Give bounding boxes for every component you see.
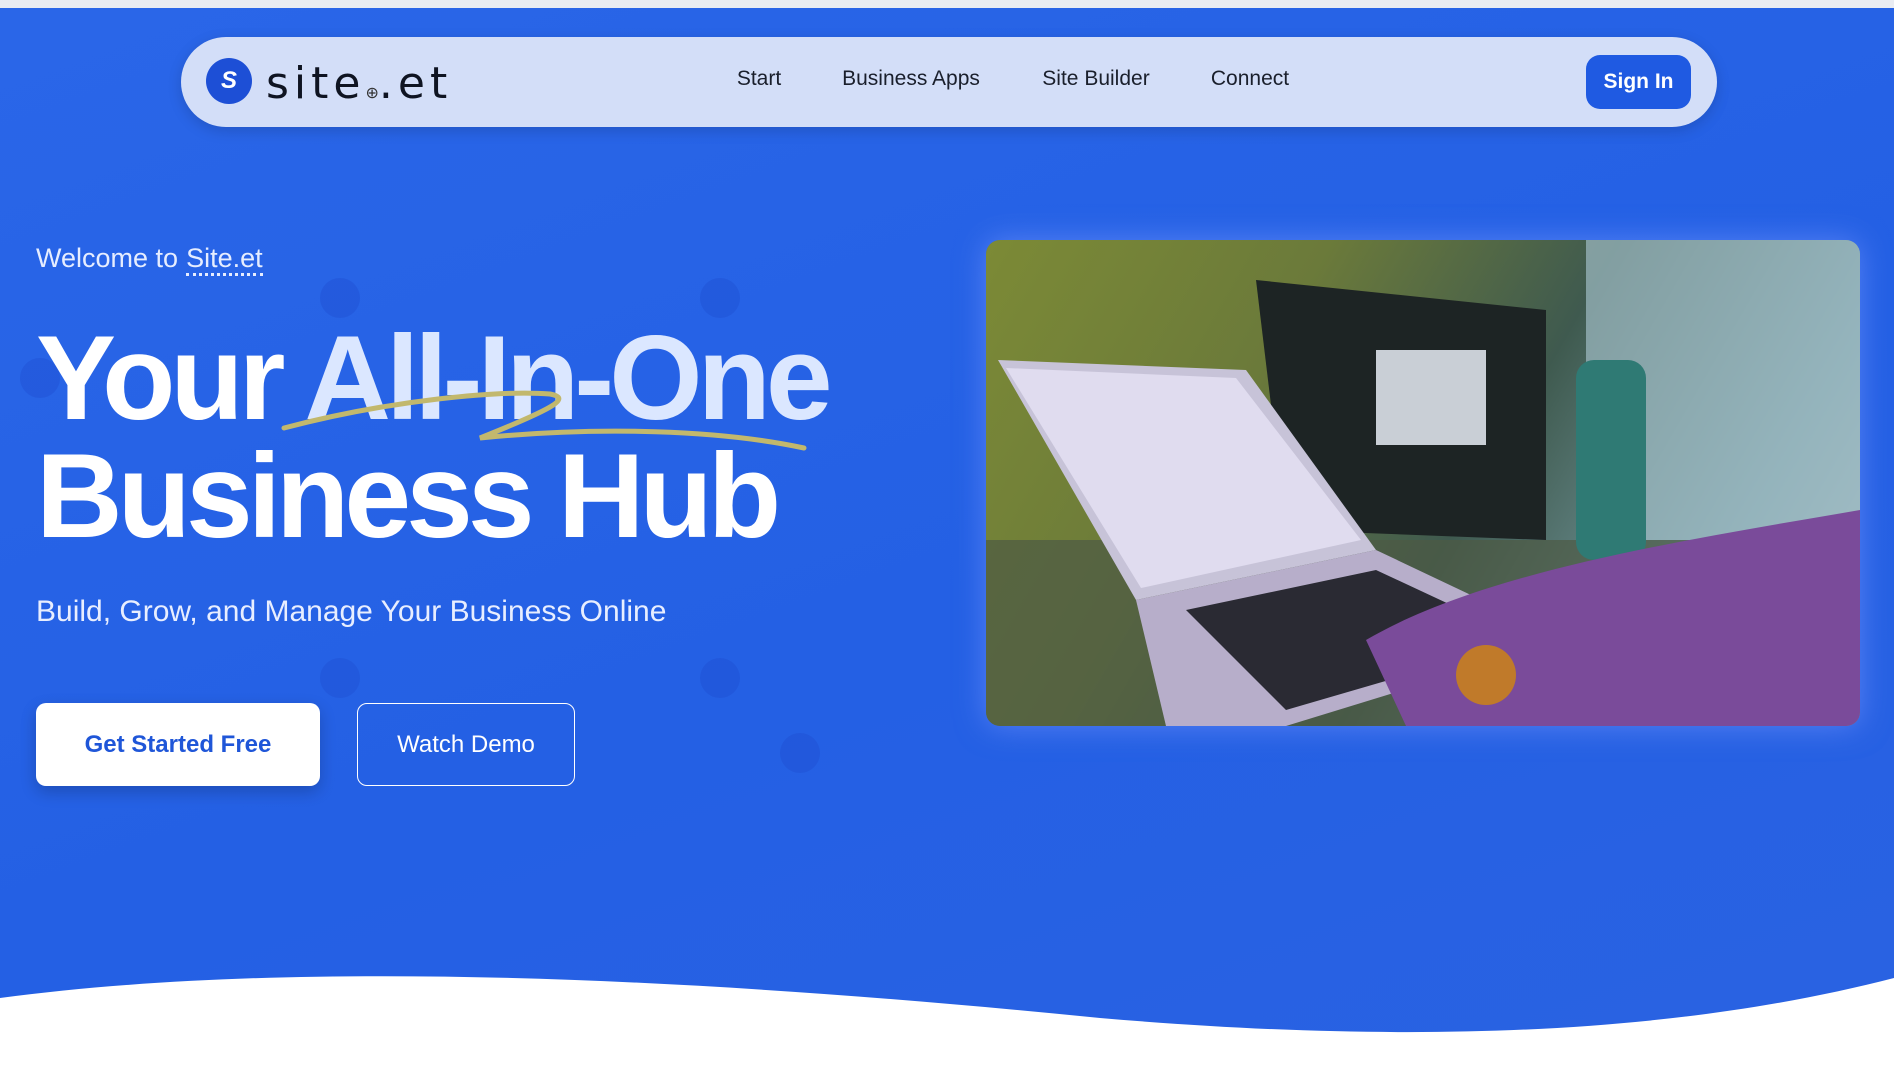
get-started-button[interactable]: Get Started Free	[36, 703, 320, 786]
globe-icon: ⊕	[365, 83, 379, 102]
nav-business-apps[interactable]: Business Apps	[842, 67, 980, 91]
nav-site-builder[interactable]: Site Builder	[1042, 67, 1149, 91]
welcome-text: Welcome to Site.et	[36, 243, 263, 276]
watch-demo-button[interactable]: Watch Demo	[357, 703, 575, 786]
nav-start[interactable]: Start	[737, 67, 781, 91]
hero-title-line2: Business Hub	[36, 429, 781, 563]
sign-in-button[interactable]: Sign In	[1586, 55, 1691, 109]
browser-top-strip	[0, 0, 1894, 8]
site-logo-text[interactable]: site⊕.et	[266, 58, 452, 109]
nav-connect[interactable]: Connect	[1211, 67, 1289, 91]
site-logo-icon[interactable]: S	[206, 58, 252, 104]
hero-image	[986, 240, 1860, 726]
bottom-wave	[0, 976, 1894, 1076]
hero-subtitle: Build, Grow, and Manage Your Business On…	[36, 595, 667, 628]
welcome-brand: Site.et	[186, 243, 263, 276]
